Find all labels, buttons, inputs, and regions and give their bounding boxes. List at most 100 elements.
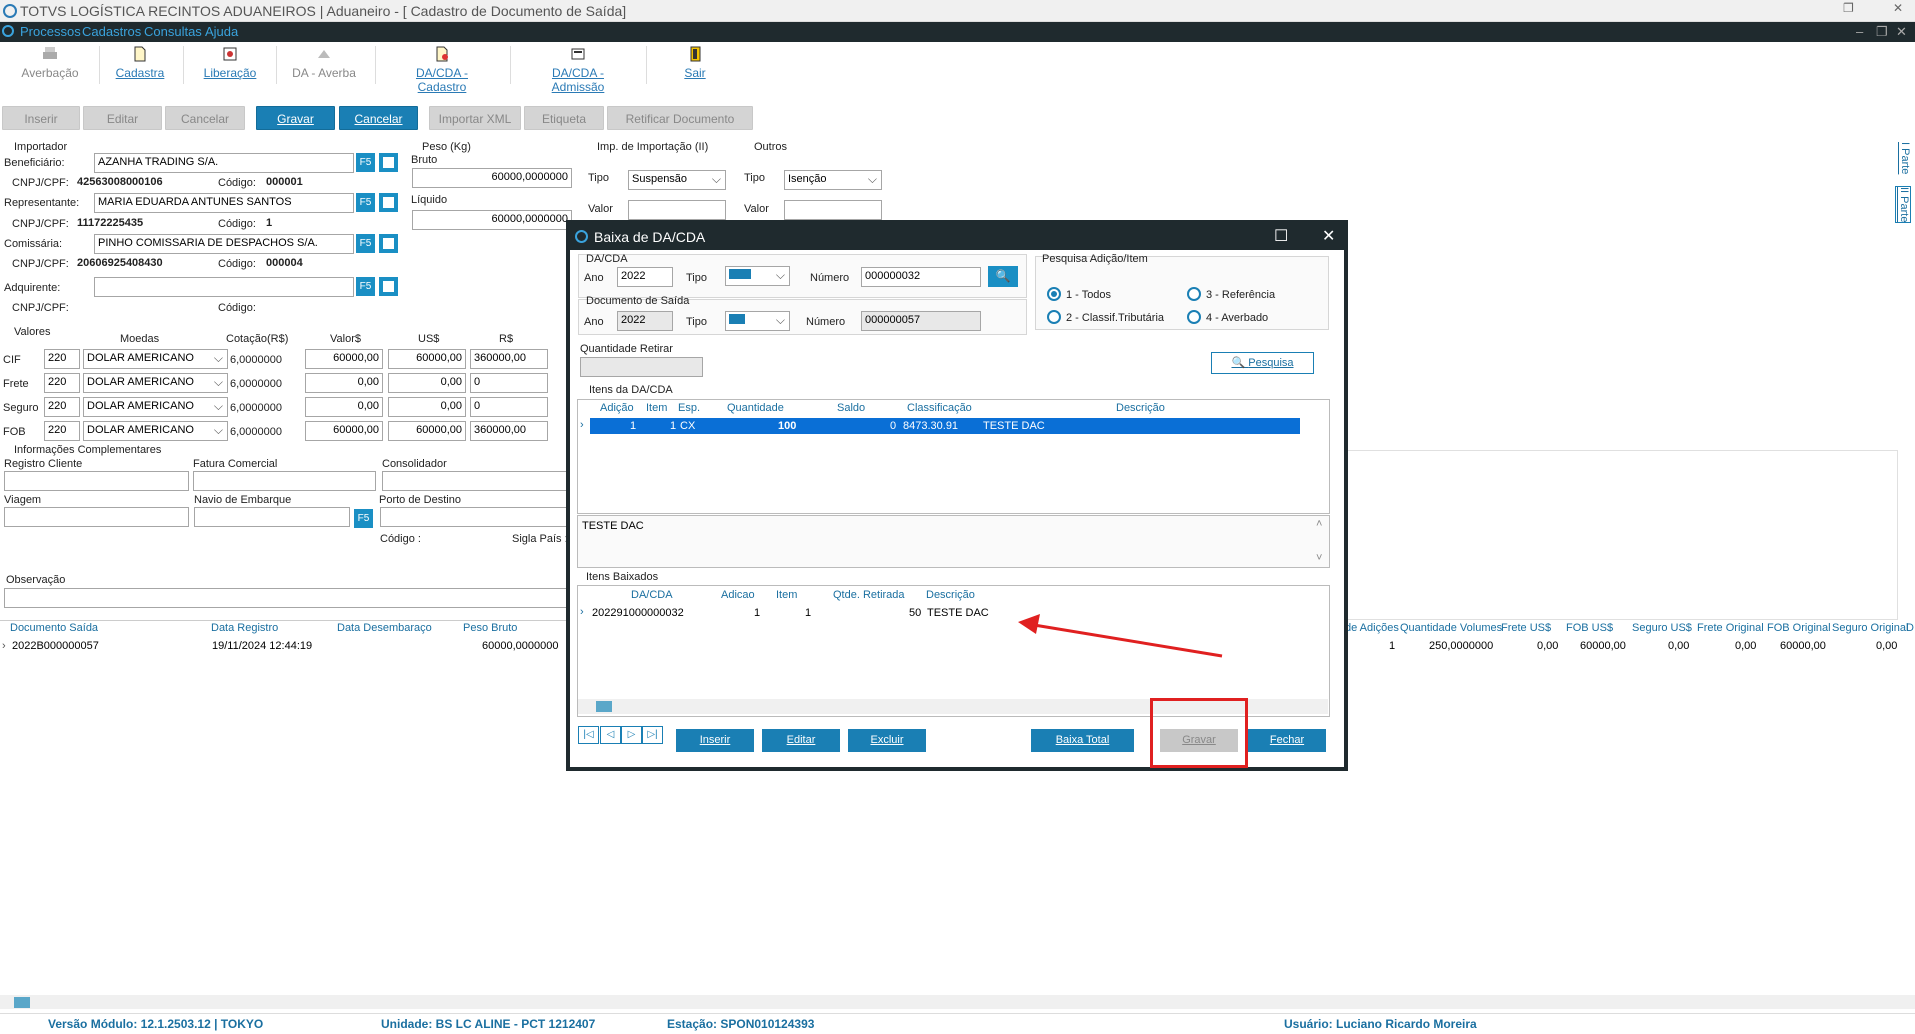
nav-first-icon[interactable]: |◁ bbox=[578, 726, 599, 744]
grid-cell-fob-original[interactable]: 60000,00 bbox=[1780, 640, 1826, 656]
fatura-field[interactable] bbox=[193, 471, 376, 491]
tipo-select-2[interactable]: ⌵ bbox=[725, 311, 790, 331]
grid-header-d[interactable]: D bbox=[1906, 622, 1914, 638]
brl-field[interactable]: 0 bbox=[470, 397, 548, 417]
adquirente-f5-button[interactable]: F5 bbox=[356, 277, 375, 296]
grid-cell-documento[interactable]: 2022B000000057 bbox=[12, 640, 99, 656]
radio-referencia[interactable] bbox=[1187, 287, 1201, 301]
grid-header-data-registro[interactable]: Data Registro bbox=[211, 622, 278, 638]
viagem-field[interactable] bbox=[4, 507, 189, 527]
numero-field-2[interactable]: 000000057 bbox=[861, 311, 981, 331]
itens-header-item[interactable]: Item bbox=[646, 402, 667, 414]
grid-header-documento[interactable]: Documento Saída bbox=[10, 622, 98, 638]
tipo-select-1[interactable]: ⌵ bbox=[725, 266, 790, 286]
representante-lookup-icon[interactable] bbox=[379, 193, 398, 212]
grid-header-peso-bruto[interactable]: Peso Bruto bbox=[463, 622, 517, 638]
baixados-cell-descricao[interactable]: TESTE DAC bbox=[927, 607, 989, 619]
itens-header-esp[interactable]: Esp. bbox=[678, 402, 700, 414]
representante-f5-button[interactable]: F5 bbox=[356, 193, 375, 212]
peso-liquido-field[interactable]: 60000,0000000 bbox=[412, 210, 572, 230]
grid-header-frete-original[interactable]: Frete Original bbox=[1697, 622, 1764, 638]
observacao-field[interactable] bbox=[4, 588, 570, 608]
dialog-close-icon[interactable]: ✕ bbox=[1322, 226, 1335, 246]
qtd-retirar-field[interactable] bbox=[580, 357, 703, 377]
usd-field[interactable]: 0,00 bbox=[388, 397, 466, 417]
grid-header-qtd-volumes[interactable]: Quantidade Volumes bbox=[1400, 622, 1502, 638]
porto-field[interactable] bbox=[380, 507, 568, 527]
grid-header-desembaraco[interactable]: Data Desembaraço bbox=[337, 622, 432, 638]
itens-cell-quantidade[interactable]: 100 bbox=[778, 420, 796, 432]
outros-valor-field[interactable] bbox=[784, 200, 882, 220]
itens-cell-saldo[interactable]: 0 bbox=[890, 420, 896, 432]
grid-cell-frete-usd[interactable]: 0,00 bbox=[1537, 640, 1558, 656]
nav-last-icon[interactable]: ▷| bbox=[642, 726, 663, 744]
itens-cell-item[interactable]: 1 bbox=[670, 420, 676, 432]
grid-header-adicoes[interactable]: de Adições bbox=[1345, 622, 1399, 638]
grid-cell-peso-bruto[interactable]: 60000,0000000 bbox=[482, 640, 558, 656]
toolbar-averbacao[interactable]: Averbação bbox=[20, 44, 80, 80]
grid-header-seguro-usd[interactable]: Seguro US$ bbox=[1632, 622, 1692, 638]
ano-field-1[interactable]: 2022 bbox=[617, 267, 673, 287]
valor-field[interactable]: 60000,00 bbox=[305, 421, 383, 441]
restore-icon[interactable]: ❐ bbox=[1843, 1, 1854, 15]
moeda-code-field[interactable]: 220 bbox=[44, 397, 80, 417]
baixa-total-button[interactable]: Baixa Total bbox=[1031, 729, 1134, 752]
brl-field[interactable]: 360000,00 bbox=[470, 421, 548, 441]
moeda-code-field[interactable]: 220 bbox=[44, 421, 80, 441]
beneficiario-field[interactable]: AZANHA TRADING S/A. bbox=[94, 153, 354, 173]
baixados-cell-qtde[interactable]: 50 bbox=[909, 607, 921, 619]
menu-ajuda[interactable]: Ajuda bbox=[205, 24, 238, 39]
descricao-memo[interactable]: TESTE DAC bbox=[577, 515, 1330, 568]
itens-cell-descricao[interactable]: TESTE DAC bbox=[983, 420, 1045, 432]
toolbar-liberacao[interactable]: Liberação bbox=[198, 44, 262, 80]
baixados-cell-adicao[interactable]: 1 bbox=[754, 607, 760, 619]
usd-field[interactable]: 60000,00 bbox=[388, 349, 466, 369]
imp-tipo-select[interactable]: Suspensão ⌵ bbox=[628, 170, 726, 190]
tab-i-parte[interactable]: I Parte bbox=[1895, 142, 1911, 174]
modal-editar-button[interactable]: Editar bbox=[762, 729, 840, 752]
editar-button[interactable]: Editar bbox=[83, 106, 162, 130]
pesquisa-button[interactable]: 🔍 Pesquisa bbox=[1211, 352, 1314, 374]
baixados-header-descricao[interactable]: Descrição bbox=[926, 589, 975, 601]
navio-field[interactable] bbox=[194, 507, 350, 527]
gravar-button[interactable]: Gravar bbox=[256, 106, 335, 130]
radio-classif[interactable] bbox=[1047, 310, 1061, 324]
imp-valor-field[interactable] bbox=[628, 200, 726, 220]
retificar-documento-button[interactable]: Retificar Documento bbox=[607, 106, 753, 130]
itens-header-saldo[interactable]: Saldo bbox=[837, 402, 865, 414]
mdi-restore-icon[interactable]: ❐ bbox=[1876, 24, 1888, 40]
importar-xml-button[interactable]: Importar XML bbox=[429, 106, 521, 130]
grid-cell-seguro-usd[interactable]: 0,00 bbox=[1668, 640, 1689, 656]
menu-processos[interactable]: Processos bbox=[20, 24, 81, 39]
grid-header-seguro-original[interactable]: Seguro Original bbox=[1832, 622, 1908, 638]
grid-cell-qtd-volumes[interactable]: 250,0000000 bbox=[1429, 640, 1493, 656]
memo-scroll-up-icon[interactable]: ˄ bbox=[1316, 518, 1322, 530]
toolbar-dacda-admissao[interactable]: DA/CDA - Admissão bbox=[528, 44, 628, 94]
brl-field[interactable]: 360000,00 bbox=[470, 349, 548, 369]
modal-inserir-button[interactable]: Inserir bbox=[676, 729, 754, 752]
toolbar-sair[interactable]: Sair bbox=[680, 44, 710, 80]
consolidador-field[interactable] bbox=[382, 471, 567, 491]
itens-header-adicao[interactable]: Adição bbox=[600, 402, 634, 414]
moeda-code-field[interactable]: 220 bbox=[44, 349, 80, 369]
adquirente-lookup-icon[interactable] bbox=[379, 277, 398, 296]
comissaria-lookup-icon[interactable] bbox=[379, 234, 398, 253]
mdi-minimize-icon[interactable]: – bbox=[1856, 24, 1863, 39]
itens-header-quantidade[interactable]: Quantidade bbox=[727, 402, 784, 414]
moeda-code-field[interactable]: 220 bbox=[44, 373, 80, 393]
grid-cell-seguro-original[interactable]: 0,00 bbox=[1876, 640, 1897, 656]
registro-cliente-field[interactable] bbox=[4, 471, 189, 491]
inserir-button[interactable]: Inserir bbox=[2, 106, 80, 130]
grid-header-frete-usd[interactable]: Frete US$ bbox=[1501, 622, 1551, 638]
search-dacda-button[interactable]: 🔍 bbox=[988, 266, 1018, 287]
itens-cell-adicao[interactable]: 1 bbox=[630, 420, 636, 432]
baixados-cell-item[interactable]: 1 bbox=[805, 607, 811, 619]
modal-excluir-button[interactable]: Excluir bbox=[848, 729, 926, 752]
adquirente-field[interactable] bbox=[94, 277, 354, 297]
peso-bruto-field[interactable]: 60000,0000000 bbox=[412, 168, 572, 188]
memo-scroll-down-icon[interactable]: ˅ bbox=[1316, 552, 1322, 564]
comissaria-f5-button[interactable]: F5 bbox=[356, 234, 375, 253]
representante-field[interactable]: MARIA EDUARDA ANTUNES SANTOS bbox=[94, 193, 354, 213]
maximize-icon[interactable]: ☐ bbox=[1274, 226, 1288, 246]
close-icon[interactable]: ✕ bbox=[1893, 1, 1903, 15]
